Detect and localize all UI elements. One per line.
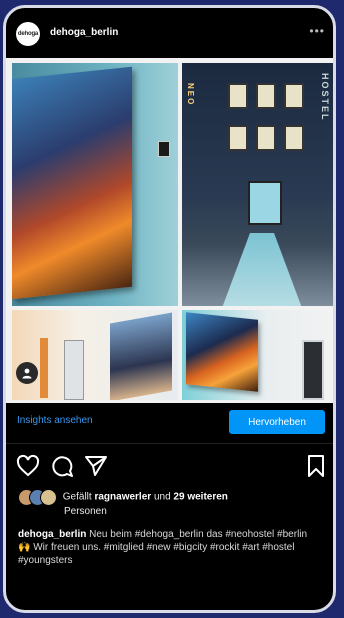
photo-corridor-bulldozer-art (182, 310, 333, 400)
action-bar (6, 444, 333, 486)
photo-hostel-facade: HOSTEL NEO (182, 63, 333, 306)
person-tag-icon[interactable] (16, 362, 38, 384)
profile-avatar[interactable]: dehoga (16, 22, 40, 46)
photo-bulldozer-art-wall (12, 63, 178, 306)
likes-count[interactable]: 29 weiteren (173, 492, 227, 503)
insights-link[interactable]: Insights ansehen (17, 415, 93, 426)
neo-sign: NEO (186, 83, 195, 107)
avatar-logo-text: dehoga (17, 31, 39, 37)
bookmark-icon[interactable] (304, 454, 328, 478)
liker-avatar (40, 489, 57, 506)
corridor-door (64, 340, 84, 400)
bulldozer-painting-small (186, 312, 258, 392)
entrance-path (222, 233, 302, 306)
post-caption: dehoga_berlin Neu beim #dehoga_berlin da… (18, 528, 318, 567)
orange-wall-accent (40, 338, 48, 398)
likes-prefix: Gefällt (62, 491, 92, 503)
bulldozer-painting (12, 66, 132, 300)
promote-button[interactable]: Hervorheben (229, 410, 325, 434)
liker-avatars (18, 489, 60, 506)
city-skyline-painting (110, 312, 172, 400)
likes-summary[interactable]: Gefällt ragnawerler und 29 weiteren Pers… (18, 489, 308, 518)
window (228, 83, 248, 109)
likes-user[interactable]: ragnawerler (94, 492, 151, 503)
photo-corridor-city-art (12, 310, 178, 400)
window (256, 83, 276, 109)
more-options-icon[interactable]: ••• (309, 24, 325, 38)
insights-bar: Insights ansehen Hervorheben (6, 403, 333, 444)
window (284, 83, 304, 109)
phone-frame: dehoga dehoga_berlin ••• HOSTEL NEO Insi… (3, 5, 336, 613)
corridor-door-dark (302, 340, 324, 400)
send-icon[interactable] (84, 454, 108, 478)
promote-label: Hervorheben (248, 416, 306, 428)
heart-icon[interactable] (16, 454, 40, 478)
room-sign (158, 141, 170, 157)
post-image-collage[interactable]: HOSTEL NEO (6, 58, 333, 403)
likes-connector: und (153, 491, 171, 503)
hostel-sign: HOSTEL (320, 73, 330, 122)
window (256, 125, 276, 151)
post-username[interactable]: dehoga_berlin (50, 27, 118, 38)
person-glyph (22, 368, 32, 379)
window (284, 125, 304, 151)
window (228, 125, 248, 151)
entrance-door (248, 181, 282, 225)
post-header: dehoga dehoga_berlin ••• (6, 8, 333, 58)
likes-suffix: Personen (64, 506, 107, 517)
comment-icon[interactable] (50, 454, 74, 478)
caption-username[interactable]: dehoga_berlin (18, 529, 86, 540)
